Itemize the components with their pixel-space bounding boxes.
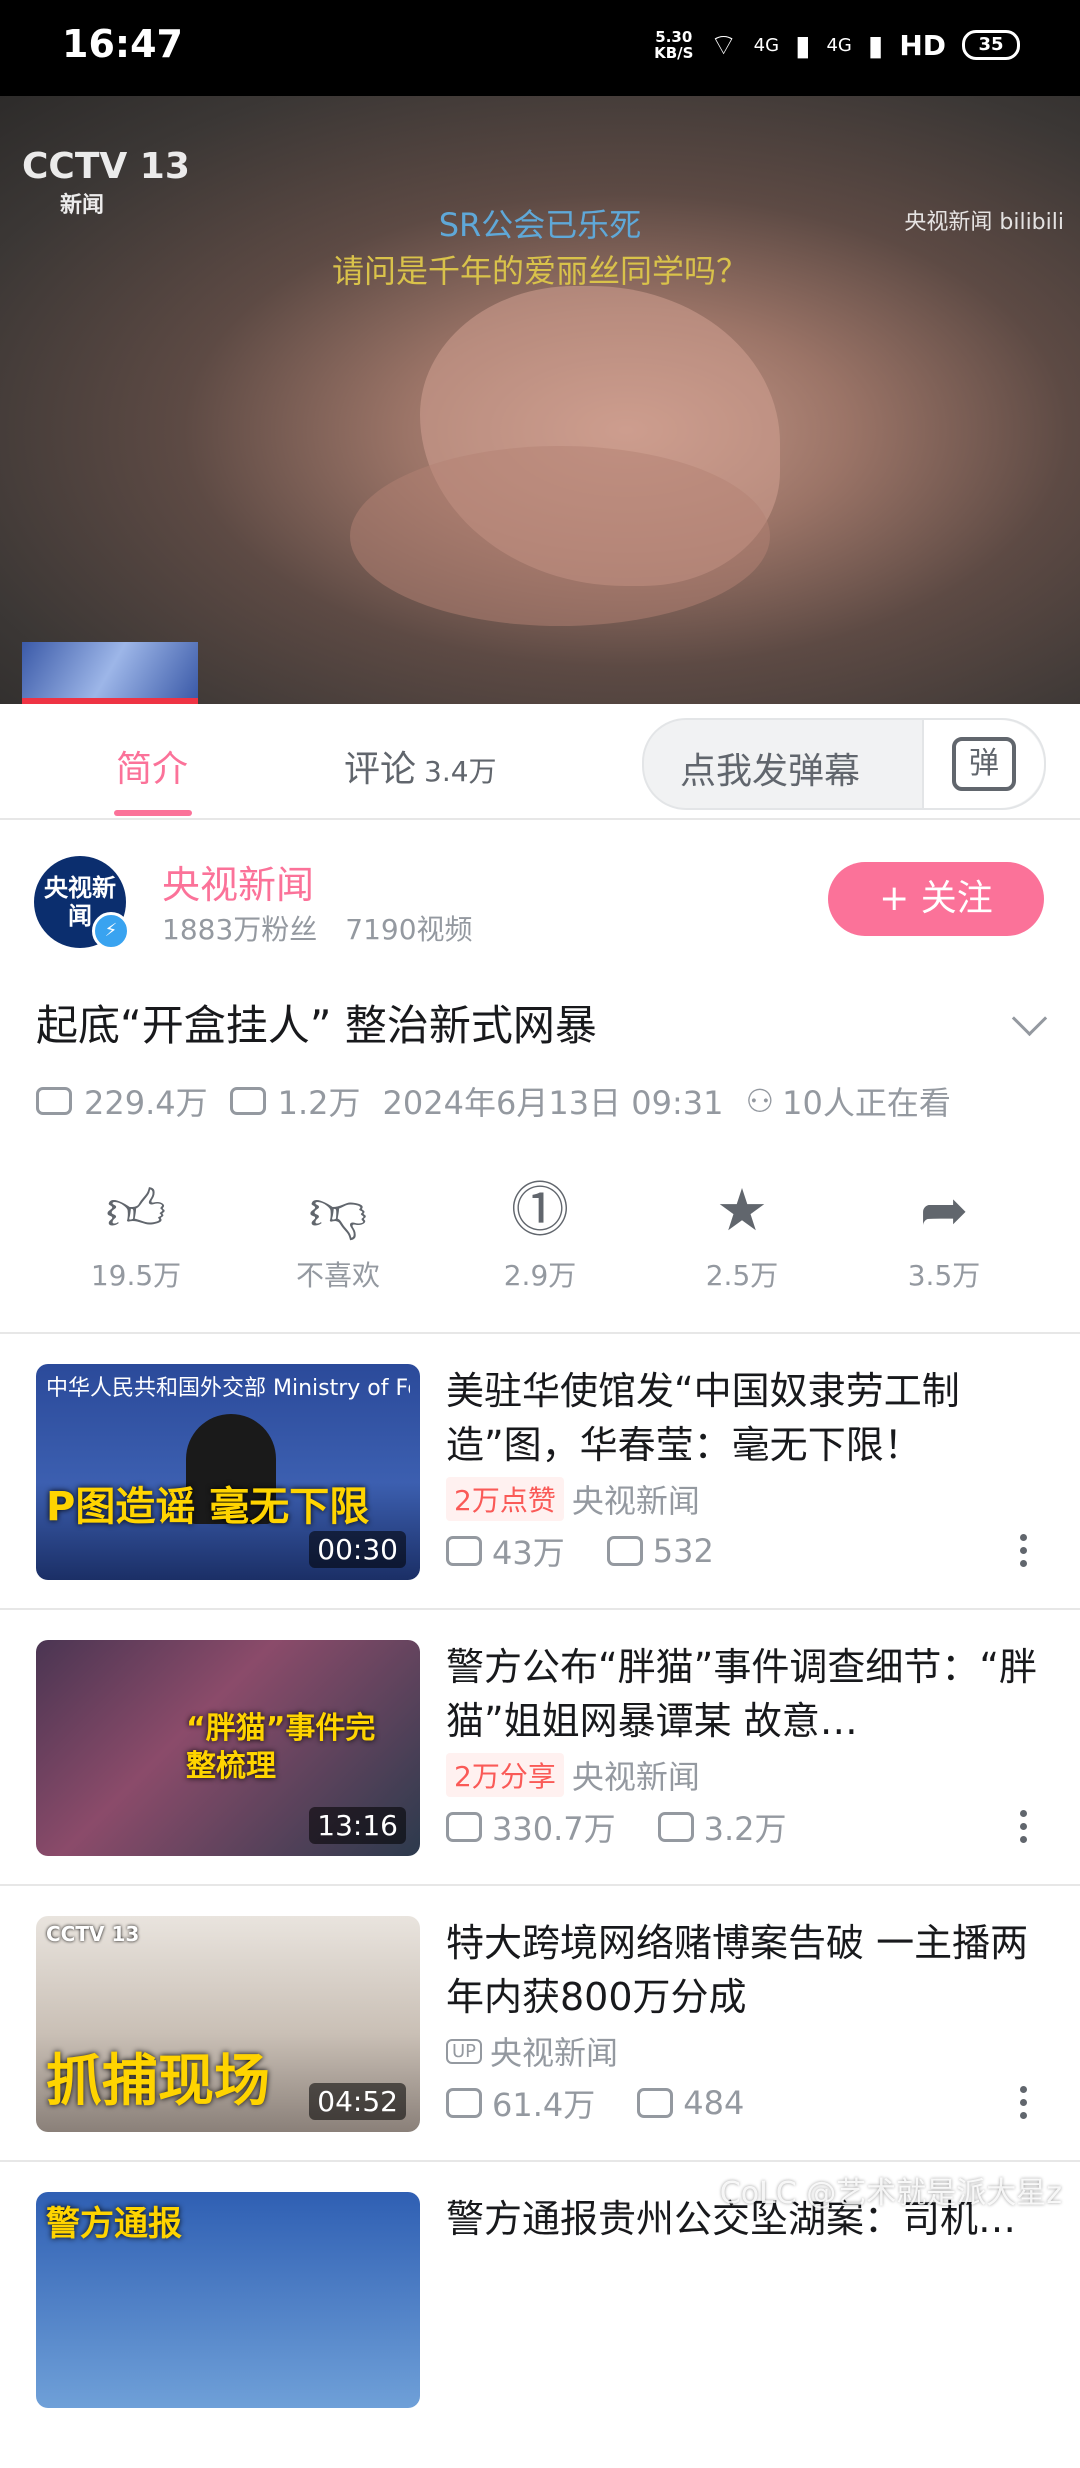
rec-tag: 2万分享 (446, 1753, 564, 1797)
danmu-placeholder: 点我发弹幕 (680, 751, 861, 792)
play-count-icon (36, 1087, 72, 1115)
rec-title: 特大跨境网络赌博案告破 一主播两年内获800万分成 (446, 1921, 1029, 2019)
video-cover: 警方通报 (36, 2192, 420, 2408)
recommended-video[interactable]: 中华人民共和国外交部 Ministry of Foreign Affairs P… (0, 1364, 1080, 1640)
video-title: 起底“开盒挂人” 整治新式网暴 (36, 1001, 597, 1050)
danmaku-count-icon (637, 2088, 674, 2118)
rec-tag: 2万点赞 (446, 1477, 564, 1521)
share-button[interactable]: ➦ 3.5万 (864, 1170, 1024, 1294)
tab-active-indicator (114, 810, 192, 816)
viewers-icon: ⚇ (745, 1082, 775, 1120)
rec-author: 央视新闻 (571, 1482, 700, 1520)
avatar[interactable]: 央视新闻 ⚡ (34, 856, 130, 950)
cover-caption: 警方通报 (46, 2204, 182, 2244)
status-time: 16:47 (62, 22, 183, 66)
video-cover: CCTV 13 抓捕现场 04:52 (36, 1916, 420, 2132)
verified-icon: ⚡ (92, 912, 130, 950)
play-count-icon (446, 1536, 482, 1566)
follow-button[interactable]: + 关注 (828, 862, 1044, 936)
tab-bar: 简介 评论 3.4万 点我发弹幕 弹 (0, 704, 1080, 820)
cctv-logo: CCTV 13 (46, 1922, 140, 1946)
rec-title: 美驻华使馆发“中国奴隶劳工制造”图，华春莹：毫无下限！ (446, 1369, 960, 1467)
play-count-icon (446, 1812, 482, 1842)
rec-author: 央视新闻 (490, 2034, 619, 2072)
play-count-icon (446, 2088, 482, 2118)
danmu-input[interactable]: 点我发弹幕 弹 (642, 718, 1046, 810)
danmaku-count-icon (229, 1087, 266, 1115)
tab-comments[interactable]: 评论 3.4万 (344, 740, 497, 792)
danmu-icon: 弹 (952, 737, 1016, 791)
danmu-toggle-button[interactable]: 弹 (922, 720, 1044, 808)
share-icon: ➦ (919, 1176, 969, 1244)
rec-author: 央视新闻 (571, 1758, 700, 1796)
like-icon: 👍︎ (105, 1176, 167, 1244)
danmaku-count-icon (606, 1536, 643, 1566)
recommended-video[interactable]: CCTV 13 抓捕现场 04:52 特大跨境网络赌博案告破 一主播两年内获80… (0, 1916, 1080, 2192)
uploader-stats: 1883万粉丝 7190视频 (162, 913, 473, 946)
danmaku-comment: SR公会已乐死 (438, 206, 642, 244)
cover-header: 中华人民共和国外交部 Ministry of Foreign Affairs (46, 1376, 410, 1401)
tab-intro[interactable]: 简介 (116, 740, 188, 792)
video-frame-hands-lower (350, 446, 770, 626)
cover-caption: P图造谣 毫无下限 (46, 1484, 370, 1530)
video-corner-graphic (22, 642, 198, 704)
signal-icon: 4G (753, 34, 780, 56)
danmaku-comment: 请问是千年的爱丽丝同学吗？ (331, 252, 748, 290)
status-icons: 5.30 KB/S ⌔ 4G ▮ 4G ▮ HD 35 (654, 26, 1020, 64)
more-options-icon[interactable] (1020, 2086, 1028, 2125)
net-speed: 5.30 KB/S (654, 28, 694, 62)
video-cover: “胖猫”事件完整梳理 13:16 (36, 1640, 420, 1856)
video-title-row[interactable]: 起底“开盒挂人” 整治新式网暴 (36, 992, 1048, 1053)
favorite-icon: ★ (716, 1176, 768, 1244)
favorite-button[interactable]: ★ 2.5万 (662, 1170, 822, 1294)
uploader-info: 央视新闻 ⚡ 央视新闻 1883万粉丝 7190视频 + 关注 (0, 818, 1080, 968)
duration: 00:30 (309, 1531, 406, 1568)
action-bar: 👍︎ 19.5万 👎︎ 不喜欢 ⓵ 2.9万 ★ 2.5万 ➦ 3.5万 (0, 1170, 1080, 1330)
signal-bars-icon: ▮ (795, 28, 811, 62)
wifi-icon: ⌔ (709, 28, 738, 63)
dislike-button[interactable]: 👎︎ 不喜欢 (258, 1170, 418, 1294)
video-cover: 中华人民共和国外交部 Ministry of Foreign Affairs P… (36, 1364, 420, 1580)
divider (0, 1884, 1080, 1886)
up-badge-icon: UP (446, 2038, 483, 2064)
more-options-icon[interactable] (1020, 1810, 1028, 1849)
divider (0, 1332, 1080, 1334)
duration: 04:52 (309, 2083, 406, 2120)
recommended-video[interactable]: “胖猫”事件完整梳理 13:16 警方公布“胖猫”事件调查细节：“胖猫”姐姐网暴… (0, 1640, 1080, 1916)
video-player[interactable]: CCTV 13 新闻 央视新闻 bilibili SR公会已乐死 请问是千年的爱… (0, 96, 1080, 704)
divider (0, 1608, 1080, 1610)
coin-button[interactable]: ⓵ 2.9万 (460, 1170, 620, 1294)
status-bar: 16:47 5.30 KB/S ⌔ 4G ▮ 4G ▮ HD 35 (0, 0, 1080, 96)
battery-icon: 35 (962, 30, 1020, 60)
rec-title: 警方公布“胖猫”事件调查细节：“胖猫”姐姐网暴谭某 故意… (446, 1645, 1038, 1743)
danmaku-count-icon (657, 1812, 694, 1842)
watermark: CoLC @艺术就是派大星z (719, 2176, 1062, 2211)
plus-icon: + (879, 878, 910, 919)
signal-bars-icon-2: ▮ (867, 28, 884, 62)
cover-caption: 抓捕现场 (46, 2049, 270, 2114)
cover-caption: “胖猫”事件完整梳理 (186, 1711, 376, 1784)
recommended-video[interactable]: 警方通报 警方通报贵州公交坠湖案：司机… (0, 2192, 1080, 2468)
like-button[interactable]: 👍︎ 19.5万 (56, 1170, 216, 1294)
video-meta: 229.4万 1.2万 2024年6月13日 09:31 ⚇ 10人正在看 (36, 1078, 973, 1124)
hd-icon: HD (899, 28, 946, 62)
coin-icon: ⓵ (510, 1176, 569, 1244)
publish-date: 2024年6月13日 09:31 (382, 1084, 724, 1122)
dislike-icon: 👎︎ (308, 1176, 368, 1244)
more-options-icon[interactable] (1020, 1534, 1028, 1573)
duration: 13:16 (309, 1807, 406, 1844)
signal-icon-2: 4G (826, 34, 852, 56)
uploader-name[interactable]: 央视新闻 (162, 854, 314, 909)
divider (0, 2160, 1080, 2162)
